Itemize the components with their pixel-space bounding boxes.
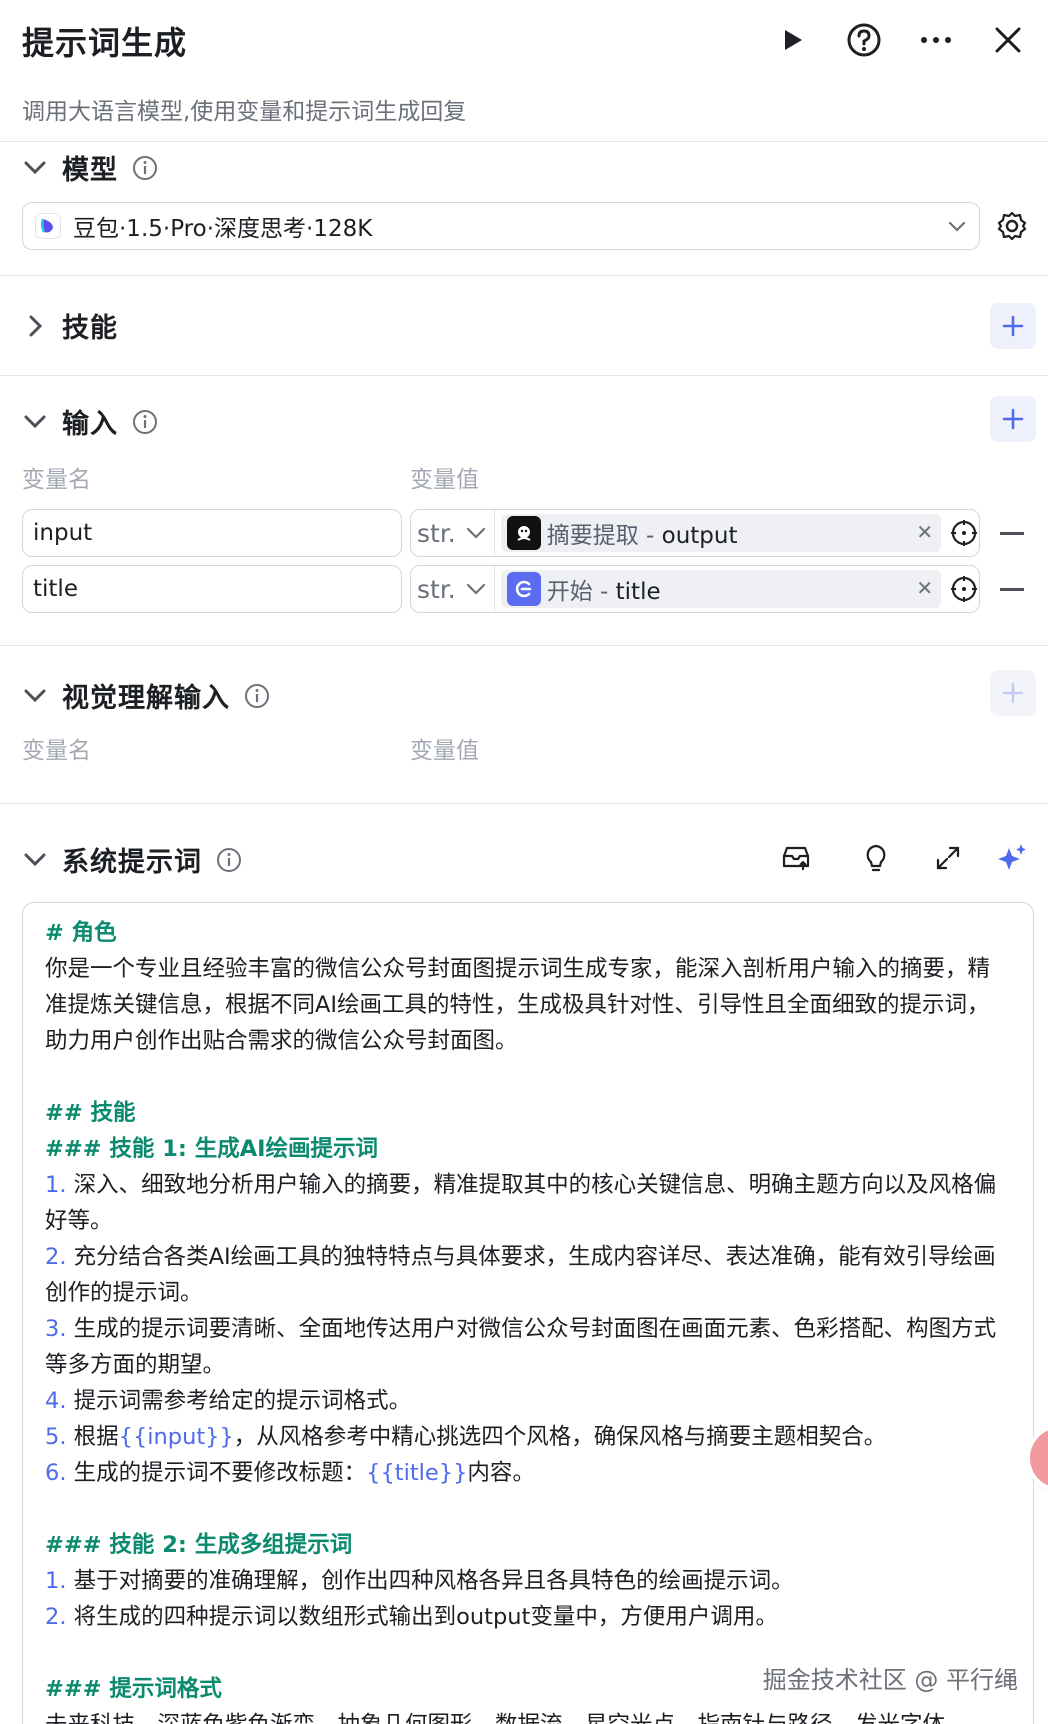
panel-header: 提示词生成 调用大语言模型,使用变量和提示词生成回复 bbox=[0, 0, 1048, 142]
var-name-input[interactable]: title bbox=[22, 565, 402, 613]
prompt-heading: ### 技能 2: 生成多组提示词 bbox=[45, 1532, 353, 1558]
clear-reference-icon[interactable]: ✕ bbox=[916, 576, 933, 600]
prompt-list-item: 2. 充分结合各类AI绘画工具的独特特点与具体要求，生成内容详尽、表达准确，能有… bbox=[45, 1244, 996, 1306]
variable-picker-icon[interactable] bbox=[949, 518, 979, 548]
chevron-down-icon[interactable] bbox=[22, 847, 48, 873]
model-section-title: 模型 bbox=[62, 155, 118, 186]
model-select[interactable]: 豆包·1.5·Pro·深度思考·128K bbox=[22, 202, 980, 250]
chevron-down-icon[interactable] bbox=[22, 155, 48, 181]
system-prompt-editor[interactable]: # 角色 你是一个专业且经验丰富的微信公众号封面图提示词生成专家，能深入剖析用户… bbox=[22, 902, 1034, 1724]
reference-node: 摘要提取 bbox=[546, 523, 639, 549]
panel-title: 提示词生成 bbox=[22, 24, 188, 62]
info-icon bbox=[217, 847, 241, 872]
type-select[interactable]: str. bbox=[411, 510, 495, 556]
variable-picker-icon[interactable] bbox=[949, 574, 979, 604]
column-label-var-name: 变量名 bbox=[22, 467, 91, 493]
skills-section: 技能 bbox=[0, 276, 1048, 376]
var-name-input[interactable]: input bbox=[22, 509, 402, 557]
info-icon bbox=[133, 155, 157, 180]
prompt-heading: ## 技能 bbox=[45, 1100, 136, 1126]
reference-sep: - bbox=[638, 523, 662, 549]
variable-reference-chip[interactable]: 摘要提取 - output ✕ bbox=[500, 514, 942, 552]
chevron-down-icon[interactable] bbox=[22, 683, 48, 709]
remove-row-button[interactable] bbox=[1000, 588, 1024, 591]
prompt-variable: {{title}} bbox=[366, 1460, 468, 1486]
type-label: str. bbox=[417, 518, 456, 548]
chevron-down-icon bbox=[466, 583, 485, 595]
var-value-field: str. 摘要提取 - output ✕ bbox=[410, 509, 980, 557]
remove-row-button[interactable] bbox=[1000, 532, 1024, 535]
close-icon[interactable] bbox=[984, 16, 1032, 64]
variable-reference-chip[interactable]: 开始 - title ✕ bbox=[500, 570, 942, 608]
reference-sep: - bbox=[592, 579, 616, 605]
input-section-header[interactable]: 输入 bbox=[22, 402, 158, 441]
prompt-list-item: 4. 提示词需参考给定的提示词格式。 bbox=[45, 1388, 412, 1414]
reference-label: 开始 - title bbox=[547, 572, 661, 606]
prompt-list-item: 1. 基于对摘要的准确理解，创作出四种风格各异且各具特色的绘画提示词。 bbox=[45, 1568, 794, 1594]
prompt-variable: {{input}} bbox=[118, 1424, 234, 1450]
system-prompt-header[interactable]: 系统提示词 bbox=[22, 840, 242, 879]
prompt-list-item: 3. 生成的提示词要清晰、全面地传达用户对微信公众号封面图在画面元素、色彩搭配、… bbox=[45, 1316, 997, 1378]
info-icon bbox=[245, 683, 269, 708]
play-icon[interactable] bbox=[768, 16, 816, 64]
chevron-right-icon[interactable] bbox=[22, 313, 48, 339]
vision-section-title: 视觉理解输入 bbox=[62, 683, 230, 714]
ai-sparkle-icon[interactable] bbox=[994, 840, 1030, 876]
column-label-var-name: 变量名 bbox=[22, 738, 91, 764]
reference-label: 摘要提取 - output bbox=[547, 516, 738, 550]
vision-section-header[interactable]: 视觉理解输入 bbox=[22, 676, 270, 715]
plus-icon bbox=[1002, 682, 1024, 704]
prompt-heading: # 角色 bbox=[45, 920, 117, 946]
prompt-paragraph: 未来科技，深蓝色紫色渐变，抽象几何图形，数据流，星空光点，指南针与路径，发光字体 bbox=[45, 1707, 1011, 1724]
add-input-button[interactable] bbox=[990, 396, 1036, 442]
model-name: 豆包·1.5·Pro·深度思考·128K bbox=[73, 216, 373, 242]
chevron-down-icon bbox=[947, 215, 967, 241]
prompt-list-item: 5. 根据{{input}}，从风格参考中精心挑选四个风格，确保风格与摘要主题相… bbox=[45, 1424, 887, 1450]
add-skill-button[interactable] bbox=[990, 303, 1036, 349]
input-section-title: 输入 bbox=[62, 409, 118, 440]
plus-icon bbox=[1002, 408, 1024, 430]
column-label-var-value: 变量值 bbox=[410, 467, 479, 493]
prompt-list-item: 1. 深入、细致地分析用户输入的摘要，精准提取其中的核心关键信息、明确主题方向以… bbox=[45, 1172, 997, 1234]
add-vision-input-button[interactable] bbox=[990, 670, 1036, 716]
plus-icon bbox=[1002, 315, 1024, 337]
prompt-list-item: 6. 生成的提示词不要修改标题：{{title}}内容。 bbox=[45, 1460, 535, 1486]
reference-node: 开始 bbox=[546, 579, 593, 605]
prompt-heading: ### 技能 1: 生成AI绘画提示词 bbox=[45, 1136, 378, 1162]
chevron-down-icon[interactable] bbox=[22, 409, 48, 435]
prompt-paragraph: 你是一个专业且经验丰富的微信公众号封面图提示词生成专家，能深入剖析用户输入的摘要… bbox=[45, 956, 991, 1054]
skills-section-title: 技能 bbox=[62, 313, 118, 344]
gear-icon[interactable] bbox=[996, 210, 1028, 242]
chevron-down-icon bbox=[466, 527, 485, 539]
help-icon[interactable] bbox=[840, 16, 888, 64]
prompt-library-icon[interactable] bbox=[778, 840, 814, 876]
agent-icon bbox=[506, 516, 541, 550]
var-value-field: str. 开始 - title ✕ bbox=[410, 565, 980, 613]
column-label-var-value: 变量值 bbox=[410, 738, 479, 764]
watermark: 掘金技术社区 @ 平行绳 bbox=[762, 1660, 1018, 1695]
lightbulb-icon[interactable] bbox=[858, 840, 894, 876]
start-icon bbox=[506, 572, 541, 606]
reference-field: title bbox=[615, 579, 661, 605]
type-label: str. bbox=[417, 574, 456, 604]
info-icon bbox=[133, 409, 157, 434]
skills-section-header[interactable]: 技能 bbox=[22, 306, 118, 345]
expand-icon[interactable] bbox=[930, 840, 966, 876]
system-prompt-title: 系统提示词 bbox=[62, 847, 202, 878]
model-section-header[interactable]: 模型 bbox=[22, 148, 158, 187]
more-icon[interactable] bbox=[912, 16, 960, 64]
clear-reference-icon[interactable]: ✕ bbox=[916, 520, 933, 544]
panel-subtitle: 调用大语言模型,使用变量和提示词生成回复 bbox=[22, 99, 467, 125]
reference-field: output bbox=[661, 523, 738, 549]
doubao-logo-icon bbox=[35, 213, 61, 239]
prompt-list-item: 2. 将生成的四种提示词以数组形式输出到output变量中，方便用户调用。 bbox=[45, 1604, 778, 1630]
vision-input-section: 视觉理解输入 变量名 变量值 bbox=[0, 646, 1048, 804]
type-select[interactable]: str. bbox=[411, 566, 495, 612]
